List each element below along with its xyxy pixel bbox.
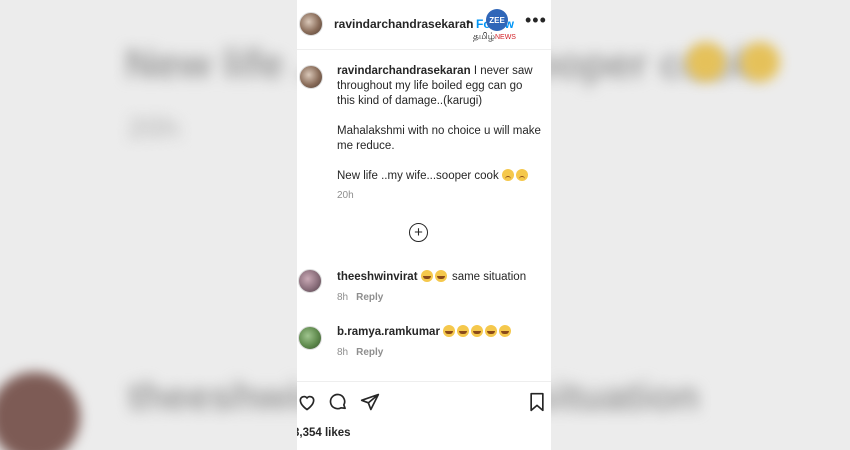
comment-row: theeshwinvirat same situation bbox=[337, 270, 526, 283]
bg-emoji bbox=[686, 42, 726, 82]
caption-time: 20h bbox=[337, 190, 354, 201]
likes-count[interactable]: 3,354 likes bbox=[297, 427, 351, 439]
more-icon[interactable]: ••• bbox=[525, 10, 547, 31]
comment-username[interactable]: b.ramya.ramkumar bbox=[337, 326, 440, 338]
share-icon[interactable] bbox=[360, 392, 380, 412]
bg-time-text: 20h bbox=[128, 112, 180, 145]
comment-meta: 8h Reply bbox=[337, 347, 383, 358]
comment-icon[interactable] bbox=[328, 392, 348, 412]
laughing-emoji-icon bbox=[485, 325, 498, 337]
separator-dot: • bbox=[466, 15, 471, 29]
zee-tamil-news-watermark: ZEE தமிழ்NEWS bbox=[473, 9, 525, 43]
comment-text: same situation bbox=[451, 271, 527, 283]
watermark-text: தமிழ்NEWS bbox=[473, 31, 516, 43]
commenter-avatar[interactable] bbox=[298, 326, 322, 350]
add-circle-icon[interactable]: + bbox=[409, 223, 428, 242]
watermark-logo-icon: ZEE bbox=[486, 9, 508, 31]
post-header: ravindarchandrasekaran • Follow ZEE தமிழ… bbox=[297, 0, 551, 48]
post-caption: ravindarchandrasekaran I never saw throu… bbox=[337, 64, 542, 184]
author-username[interactable]: ravindarchandrasekaran bbox=[334, 17, 473, 31]
reply-button[interactable]: Reply bbox=[356, 347, 383, 358]
comment-username[interactable]: theeshwinvirat bbox=[337, 271, 418, 283]
caption-author[interactable]: ravindarchandrasekaran bbox=[337, 65, 471, 77]
author-avatar[interactable] bbox=[299, 12, 323, 36]
heart-icon[interactable] bbox=[297, 392, 317, 412]
header-divider bbox=[297, 49, 551, 50]
commenter-avatar[interactable] bbox=[298, 269, 322, 293]
laughing-emoji-icon bbox=[443, 325, 456, 337]
caption-author-avatar[interactable] bbox=[299, 65, 323, 89]
bg-emoji bbox=[740, 42, 780, 82]
instagram-post-panel: ravindarchandrasekaran • Follow ZEE தமிழ… bbox=[297, 0, 551, 450]
comment-meta: 8h Reply bbox=[337, 292, 383, 303]
laughing-emoji-icon bbox=[420, 270, 433, 282]
comment-row: b.ramya.ramkumar bbox=[337, 325, 513, 338]
reply-button[interactable]: Reply bbox=[356, 292, 383, 303]
sad-emoji-icon bbox=[501, 169, 514, 181]
bg-avatar bbox=[0, 372, 80, 450]
actions-divider bbox=[297, 381, 551, 382]
sad-emoji-icon bbox=[515, 169, 528, 181]
bookmark-icon[interactable] bbox=[528, 392, 546, 412]
comment-time: 8h bbox=[337, 347, 349, 358]
comment-time: 8h bbox=[337, 292, 349, 303]
watermark-tamil-text: தமிழ் bbox=[473, 31, 495, 41]
watermark-news-text: NEWS bbox=[494, 34, 516, 41]
laughing-emoji-icon bbox=[434, 270, 447, 282]
post-actions-bar bbox=[297, 392, 551, 414]
caption-line3: New life ..my wife...sooper cook bbox=[337, 170, 499, 182]
laughing-emoji-icon bbox=[457, 325, 470, 337]
laughing-emoji-icon bbox=[499, 325, 512, 337]
caption-line2: Mahalakshmi with no choice u will make m… bbox=[337, 125, 541, 152]
laughing-emoji-icon bbox=[471, 325, 484, 337]
